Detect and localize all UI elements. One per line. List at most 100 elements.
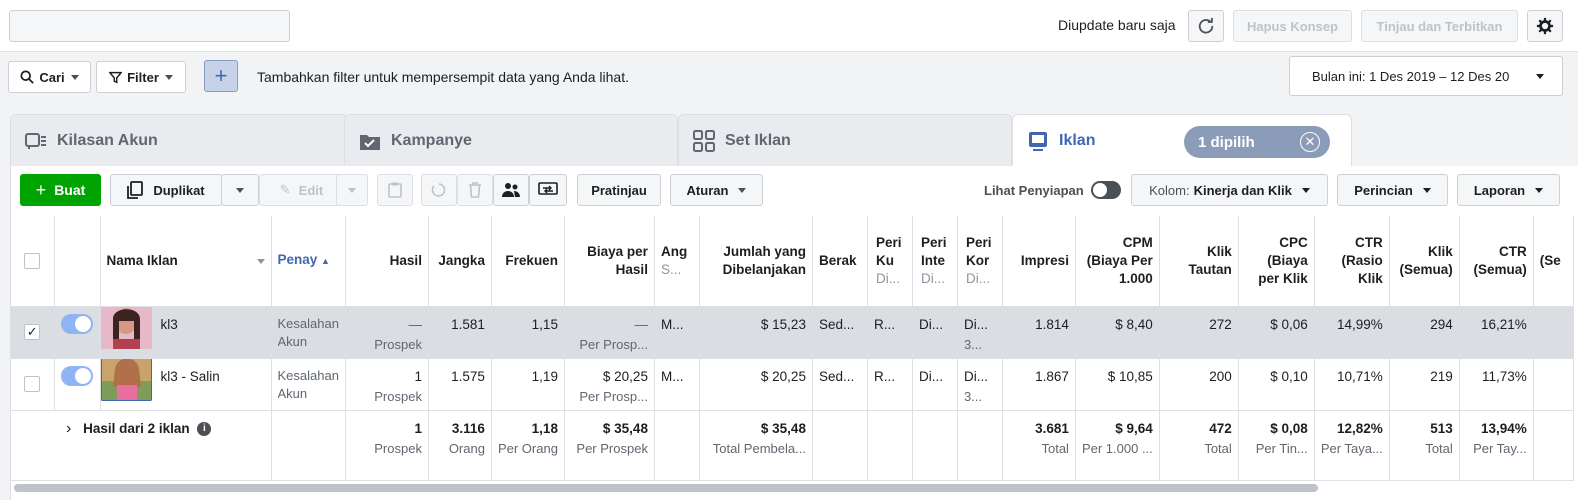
totals-label-cell[interactable]: › Hasil dari 2 iklan i bbox=[54, 410, 272, 481]
ab-test-button[interactable] bbox=[529, 174, 567, 206]
col-link-clicks[interactable]: Klik Tautan bbox=[1159, 216, 1239, 307]
col-interest[interactable]: Peri Inte Di... bbox=[912, 216, 958, 307]
delete-button[interactable] bbox=[457, 174, 493, 206]
total-unit: Per Taya... bbox=[1320, 440, 1383, 456]
col-more[interactable]: (Se bbox=[1533, 216, 1574, 307]
col-ctr[interactable]: CTR (Rasio Klik bbox=[1314, 216, 1390, 307]
edit-menu-button[interactable] bbox=[336, 174, 368, 206]
col-results[interactable]: Hasil bbox=[345, 216, 429, 307]
row-checkbox[interactable] bbox=[24, 376, 41, 392]
col-label: Hasil bbox=[615, 261, 648, 277]
columns-button[interactable]: Kolom: Kinerja dan Klik bbox=[1131, 174, 1328, 206]
col-ad-name[interactable]: Nama Iklan bbox=[100, 216, 272, 307]
tab-campaigns[interactable]: Kampanye bbox=[344, 114, 678, 166]
search-button[interactable]: Cari bbox=[8, 61, 91, 93]
add-filter-button[interactable]: + bbox=[204, 60, 238, 92]
discard-draft-button[interactable]: Hapus Konsep bbox=[1233, 10, 1352, 42]
tab-label: Set Iklan bbox=[725, 131, 791, 149]
ad-toggle[interactable] bbox=[61, 313, 93, 334]
search-icon bbox=[20, 70, 35, 84]
col-cost-per-result[interactable]: Biaya per Hasil bbox=[564, 216, 655, 307]
tab-ad-sets[interactable]: Set Iklan bbox=[678, 114, 1012, 166]
filter-button[interactable]: Filter bbox=[96, 61, 186, 93]
ad-thumbnail[interactable] bbox=[100, 306, 152, 349]
reports-label: Laporan bbox=[1473, 182, 1526, 198]
campaign-select[interactable] bbox=[9, 10, 290, 42]
people-icon bbox=[502, 183, 520, 197]
reports-button[interactable]: Laporan bbox=[1457, 174, 1560, 206]
total-value: 3.116 bbox=[451, 420, 485, 436]
col-clicks-all[interactable]: Klik (Semua) bbox=[1389, 216, 1460, 307]
col-delivery[interactable]: Penay ▲ bbox=[271, 216, 346, 307]
rules-button[interactable]: Aturan bbox=[670, 174, 763, 206]
row-select-cell[interactable]: ✓ bbox=[11, 306, 55, 359]
row-toggle-cell[interactable] bbox=[54, 306, 101, 359]
table-row[interactable]: kl3 - Salin Kesalahan Akun 1 Prospek 1.575… bbox=[11, 358, 1574, 411]
col-conversion[interactable]: Peri Kor Di... bbox=[957, 216, 1003, 307]
ad-name[interactable]: kl3 - Salin bbox=[161, 369, 220, 384]
table-row[interactable]: ✓ kl3 Kesalahan Akun — Prospek 1.581 1,15 … bbox=[11, 306, 1574, 359]
row-name-cell[interactable]: kl3 bbox=[100, 306, 272, 359]
totals-conversion bbox=[957, 410, 1003, 481]
columns-value: Kinerja dan Klik bbox=[1193, 182, 1292, 198]
total-unit: Total Pembela... bbox=[712, 440, 806, 456]
row-name-cell[interactable]: kl3 - Salin bbox=[100, 358, 272, 411]
col-ends[interactable]: Berak bbox=[812, 216, 868, 307]
reach-cell: 1.575 bbox=[428, 358, 492, 411]
cost-per-result-cell: $ 20,25 Per Prosp... bbox=[564, 358, 655, 411]
create-button[interactable]: + Buat bbox=[20, 174, 101, 206]
col-cpc[interactable]: CPC (Biaya per Klik bbox=[1238, 216, 1315, 307]
horizontal-scrollbar[interactable] bbox=[14, 484, 1318, 492]
duplicate-menu-button[interactable] bbox=[221, 174, 259, 206]
ad-toggle[interactable] bbox=[61, 365, 93, 386]
review-publish-button[interactable]: Tinjau dan Terbitkan bbox=[1361, 10, 1518, 42]
total-unit: Per Tay... bbox=[1473, 440, 1527, 456]
ad-thumbnail[interactable] bbox=[100, 358, 152, 401]
edit-label: Edit bbox=[298, 182, 324, 198]
total-value: 1,18 bbox=[531, 420, 558, 436]
clipboard-button[interactable] bbox=[377, 174, 413, 206]
refresh-button[interactable] bbox=[1188, 10, 1224, 42]
duplicate-button[interactable]: Duplikat bbox=[110, 174, 222, 206]
col-label: Biaya per bbox=[587, 243, 648, 259]
info-icon[interactable]: i bbox=[197, 421, 212, 436]
col-ctr-all[interactable]: CTR (Semua) bbox=[1459, 216, 1534, 307]
clicks-all-cell: 219 bbox=[1389, 358, 1460, 411]
row-select-cell[interactable] bbox=[11, 358, 55, 411]
delivery-status: Akun bbox=[277, 385, 308, 401]
view-setup-toggle[interactable] bbox=[1091, 181, 1121, 199]
row-toggle-cell[interactable] bbox=[54, 358, 101, 411]
col-frequency[interactable]: Frekuen bbox=[491, 216, 565, 307]
tab-account-overview[interactable]: Kilasan Akun bbox=[10, 114, 348, 166]
date-range-picker[interactable]: Bulan ini: 1 Des 2019 – 12 Des 20 bbox=[1289, 56, 1563, 96]
revert-button[interactable] bbox=[421, 174, 457, 206]
edit-button[interactable]: ✎ Edit bbox=[259, 174, 344, 206]
preview-button[interactable]: Pratinjau bbox=[577, 174, 661, 206]
grid-icon bbox=[693, 129, 715, 152]
col-label: CPC bbox=[1279, 234, 1308, 250]
col-schedule[interactable]: Peri Ku Di... bbox=[867, 216, 913, 307]
col-budget[interactable]: Ang S... bbox=[654, 216, 700, 307]
selection-pill[interactable]: 1 dipilih ✕ bbox=[1184, 126, 1330, 158]
close-icon[interactable]: ✕ bbox=[1300, 132, 1320, 152]
col-label: Inte bbox=[920, 252, 945, 268]
col-amount-spent[interactable]: Jumlah yang Dibelanjakan bbox=[699, 216, 813, 307]
col-impressions[interactable]: Impresi bbox=[1002, 216, 1076, 307]
settings-button[interactable] bbox=[1527, 10, 1563, 42]
chevron-down-icon[interactable] bbox=[256, 258, 265, 264]
select-all-checkbox[interactable] bbox=[24, 252, 41, 269]
audience-button[interactable] bbox=[493, 174, 529, 206]
select-all-header[interactable] bbox=[11, 216, 55, 307]
breakdown-button[interactable]: Perincian bbox=[1337, 174, 1448, 206]
row-checkbox[interactable]: ✓ bbox=[24, 324, 41, 340]
chevron-down-icon bbox=[348, 187, 356, 193]
col-reach[interactable]: Jangka bbox=[428, 216, 492, 307]
col-cpm[interactable]: CPM (Biaya Per 1.000 bbox=[1075, 216, 1160, 307]
col-label: Penay bbox=[277, 252, 318, 268]
ads-table: Nama Iklan Penay ▲ Hasil Jangka Frekuen … bbox=[10, 216, 1578, 500]
col-label: per Klik bbox=[1258, 270, 1308, 286]
chevron-right-icon[interactable]: › bbox=[66, 420, 71, 437]
col-label: (Biaya bbox=[1267, 252, 1308, 268]
delivery-status: Kesalahan bbox=[277, 315, 339, 331]
ad-name[interactable]: kl3 bbox=[161, 317, 178, 332]
